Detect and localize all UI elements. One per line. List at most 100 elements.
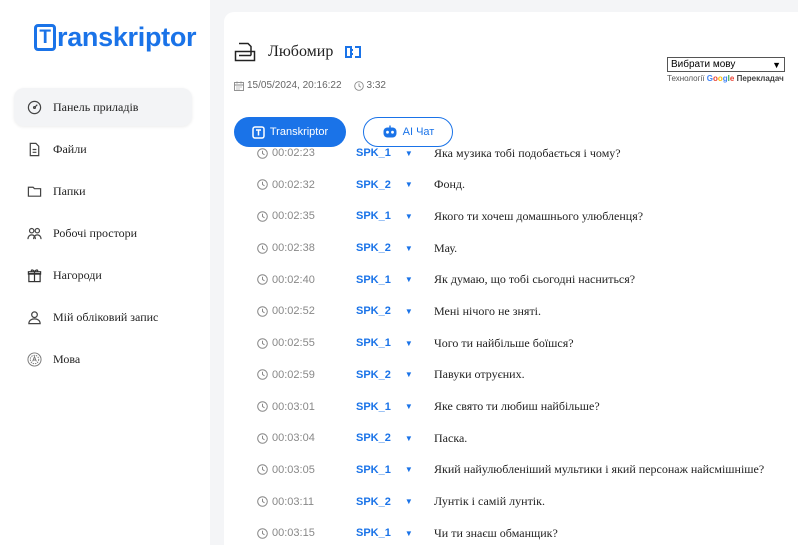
timestamp[interactable]: 00:02:23 [257,143,315,163]
timestamp[interactable]: 00:02:38 [257,238,315,258]
speaker-label: SPK_1 [356,337,391,350]
speaker-dropdown[interactable]: SPK_2 ▼ [356,175,413,195]
timestamp[interactable]: 00:03:01 [257,397,315,417]
timestamp[interactable]: 00:03:05 [257,460,315,480]
language-select[interactable]: Вибрати мову ▼ [667,57,785,72]
sidebar: Transkriptor Панель приладів Файли Папки… [0,0,210,545]
transcript-row: 00:03:05 SPK_1 ▼ Який найулюбленіший мульти… [224,460,798,492]
sidebar-item-files[interactable]: Файли [14,130,192,168]
caret-down-icon: ▼ [404,402,413,411]
timestamp[interactable]: 00:03:04 [257,428,315,448]
timestamp[interactable]: 00:02:59 [257,365,315,385]
transcript-text[interactable]: Фонд. [434,175,465,195]
caret-down-icon: ▼ [404,211,413,221]
speaker-dropdown[interactable]: SPK_1 ▼ [356,206,413,226]
transcript-row: 00:02:23 SPK_1 ▼ Яка музика тобі подобаєтьс… [224,143,798,175]
clock-icon [353,80,364,91]
speaker-dropdown[interactable]: SPK_1 ▼ [356,270,413,290]
transkriptor-logo[interactable]: Transkriptor [34,22,197,53]
speaker-label: SPK_2 [356,432,391,445]
caret-down-icon: ▼ [404,180,413,190]
transcript-text[interactable]: Чи ти знаєш обманщик? [434,523,558,543]
speaker-label: SPK_1 [356,147,391,159]
tab-label: AI Чат [402,126,435,138]
speaker-dropdown[interactable]: SPK_1 ▼ [356,143,413,163]
transcript-row: 00:03:11 SPK_2 ▼ Лунтік і самій лунтік. [224,492,798,524]
transcript-text[interactable]: Павуки отруєних. [434,365,525,385]
transcript-text[interactable]: Лунтік і самій лунтік. [434,492,545,512]
speaker-dropdown[interactable]: SPK_2 ▼ [356,301,413,321]
clock-icon [257,179,268,190]
caret-down-icon: ▼ [404,497,413,507]
sidebar-item-folders[interactable]: Папки [14,172,192,210]
created-date: 15/05/2024, 20:16:22 [234,80,342,91]
transcript-row: 00:02:52 SPK_2 ▼ Мені нічого не зняті. [224,301,798,333]
transcript-text[interactable]: Паска. [434,428,467,448]
speaker-label: SPK_2 [356,242,391,255]
sidebar-item-label: Файли [53,141,87,156]
speaker-dropdown[interactable]: SPK_1 ▼ [356,523,413,543]
chevron-down-icon: ▼ [772,59,781,70]
transcript-text[interactable]: Мау. [434,238,457,258]
timestamp[interactable]: 00:02:55 [257,333,315,353]
sidebar-item-account[interactable]: Мій обліковий запис [14,298,192,336]
sidebar-item-label: Робочі простори [53,225,138,240]
powered-suffix[interactable]: Перекладач [737,74,784,83]
page-title: Любомир [268,43,334,60]
sidebar-item-workspaces[interactable]: Робочі простори [14,214,192,252]
timestamp[interactable]: 00:02:35 [257,206,315,226]
speaker-dropdown[interactable]: SPK_2 ▼ [356,365,413,385]
speaker-label: SPK_2 [356,495,391,508]
sidebar-item-dashboard[interactable]: Панель приладів [14,88,192,126]
transcript-row: 00:02:38 SPK_2 ▼ Мау. [224,238,798,270]
timestamp[interactable]: 00:03:11 [257,492,314,512]
sidebar-item-rewards[interactable]: Нагороди [14,256,192,294]
timestamp[interactable]: 00:03:15 [257,523,315,543]
speaker-dropdown[interactable]: SPK_1 ▼ [356,333,413,353]
transcript-text[interactable]: Якого ти хочеш домашнього улюбленця? [434,206,643,226]
timestamp-text: 00:03:04 [272,432,315,445]
timestamp-text: 00:02:32 [272,178,315,191]
speaker-dropdown[interactable]: SPK_1 ▼ [356,397,413,417]
language-icon [26,351,42,367]
timestamp[interactable]: 00:02:52 [257,301,315,321]
timestamp[interactable]: 00:02:40 [257,270,315,290]
timestamp-text: 00:03:01 [272,400,315,413]
transcript-text[interactable]: Яке свято ти любиш найбільше? [434,397,600,417]
clock-icon [257,147,268,159]
timestamp-text: 00:02:38 [272,242,315,255]
caret-down-icon: ▼ [404,465,413,475]
speaker-dropdown[interactable]: SPK_2 ▼ [356,238,413,258]
speaker-label: SPK_1 [356,273,391,286]
transcript-text[interactable]: Чого ти найбільше боїшся? [434,333,574,353]
transcript-text[interactable]: Як думаю, що тобі сьогодні насниться? [434,270,635,290]
speaker-label: SPK_2 [356,368,391,381]
transcript-text[interactable]: Мені нічого не зняті. [434,301,541,321]
clock-icon [257,401,268,412]
timestamp-text: 00:02:59 [272,368,315,381]
transkriptor-icon [252,125,265,139]
speaker-dropdown[interactable]: SPK_2 ▼ [356,428,413,448]
robot-icon [383,125,397,138]
speaker-dropdown[interactable]: SPK_1 ▼ [356,460,413,480]
caret-down-icon: ▼ [404,528,413,538]
transcript-file-icon [234,42,256,62]
transcript-text[interactable]: Який найулюбленіший мультики і який перс… [434,460,764,480]
file-header: Любомир [234,42,363,62]
tag-icon[interactable] [343,45,363,59]
caret-down-icon: ▼ [404,370,413,380]
sidebar-item-label: Мова [53,351,81,366]
transcript-text[interactable]: Яка музика тобі подобається і чому? [434,143,621,163]
translate-widget: Вибрати мову ▼ Технології Google Перекла… [667,57,785,83]
transcript-row: 00:02:55 SPK_1 ▼ Чого ти найбільше боїшся? [224,333,798,365]
clock-icon [257,464,268,476]
speaker-label: SPK_1 [356,463,391,476]
clock-icon [257,337,268,349]
caret-down-icon: ▼ [404,148,413,158]
google-logo[interactable]: Google [707,74,735,83]
speaker-dropdown[interactable]: SPK_2 ▼ [356,492,413,512]
timestamp[interactable]: 00:02:32 [257,175,315,195]
sidebar-item-label: Мій обліковий запис [53,309,159,324]
sidebar-item-language[interactable]: Мова [14,340,192,378]
folder-icon [26,183,42,199]
